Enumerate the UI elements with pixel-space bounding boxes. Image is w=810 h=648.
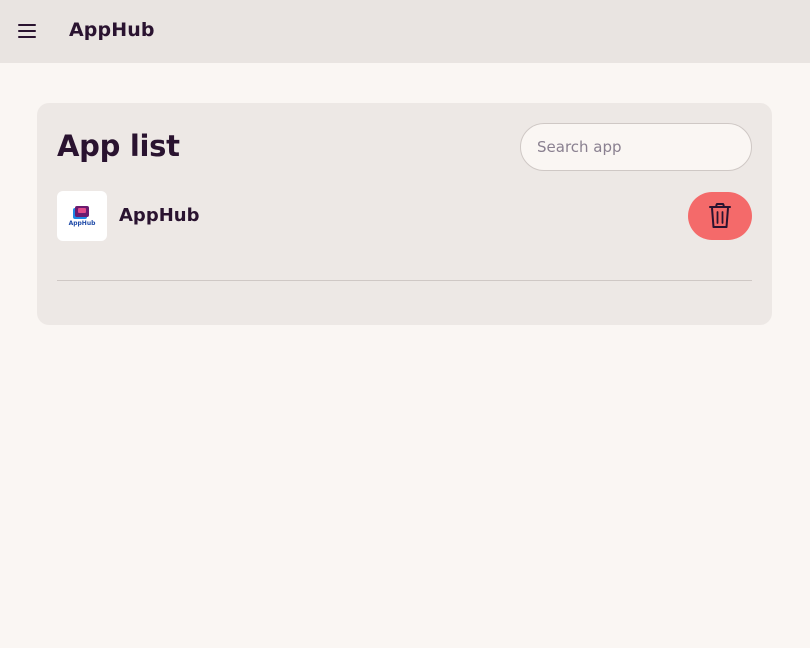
- app-bar: AppHub: [0, 0, 810, 63]
- menu-icon-line: [18, 24, 36, 26]
- list-item: AppHub AppHub: [57, 191, 752, 241]
- app-title: AppHub: [69, 19, 155, 41]
- menu-icon-line: [18, 36, 36, 38]
- menu-icon-line: [18, 30, 36, 32]
- trash-icon: [709, 203, 731, 228]
- divider: [57, 280, 752, 281]
- logo-text: AppHub: [68, 219, 96, 227]
- app-list-card: App list AppHub AppHub: [37, 103, 772, 325]
- delete-app-button[interactable]: [688, 192, 752, 240]
- apphub-logo-icon: AppHub: [57, 191, 107, 241]
- page-title: App list: [57, 129, 180, 163]
- logo-screen-shape: [75, 205, 89, 217]
- menu-icon[interactable]: [18, 20, 40, 42]
- search-input[interactable]: [520, 123, 752, 171]
- app-name: AppHub: [119, 205, 200, 226]
